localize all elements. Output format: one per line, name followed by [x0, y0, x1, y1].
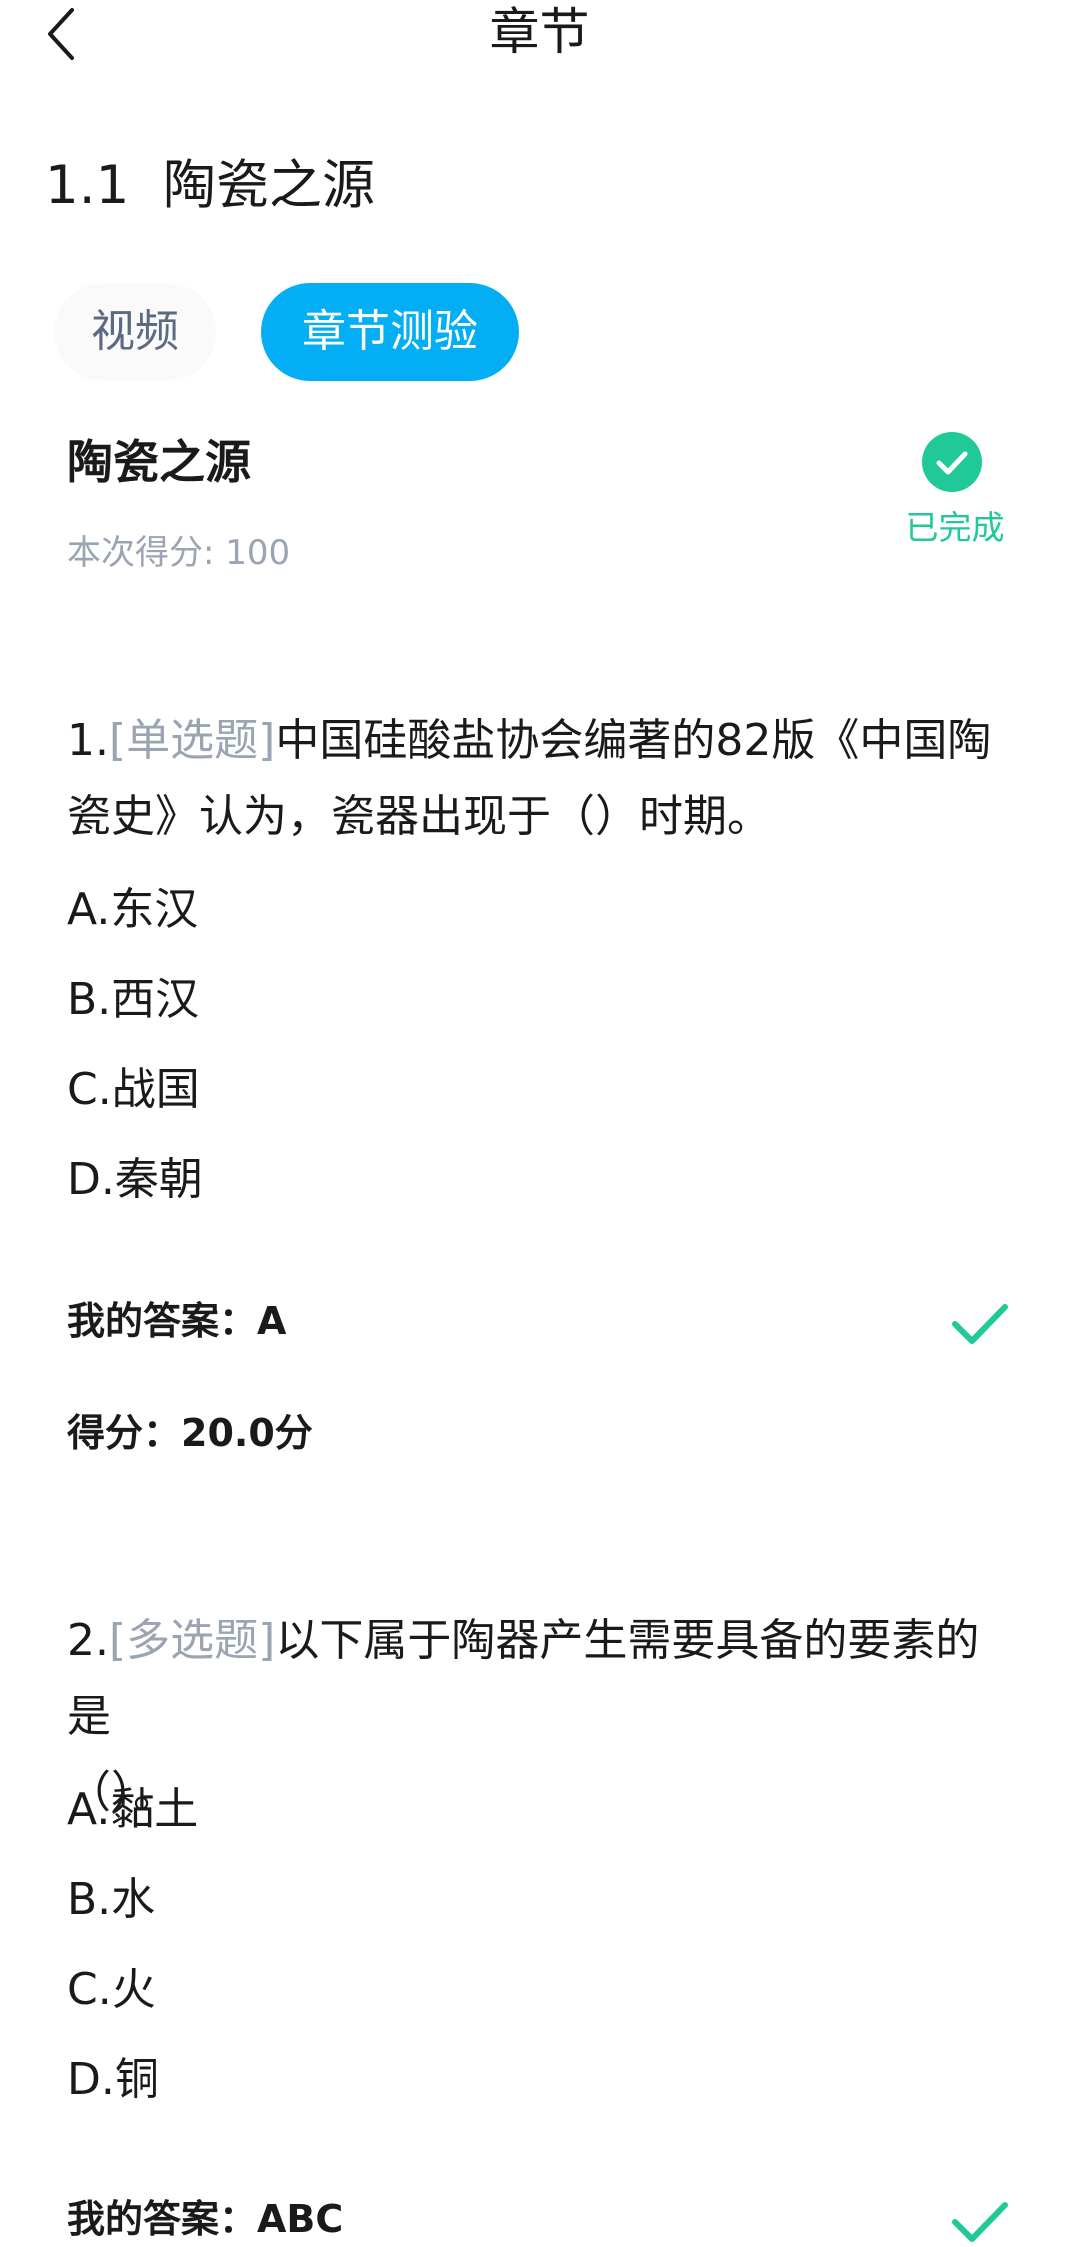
status-badge: 已完成: [905, 508, 1005, 547]
question-stem-line-2: 瓷史》认为，瓷器出现于（）时期。: [67, 791, 771, 842]
tab-video[interactable]: 视频: [54, 283, 216, 381]
question-number: 1.: [67, 715, 109, 766]
chapter-number: 1.1: [45, 155, 130, 216]
option-c[interactable]: C.战国: [67, 1060, 200, 1120]
option-d[interactable]: D.铜: [67, 2050, 159, 2110]
option-a[interactable]: A.东汉: [67, 880, 198, 940]
question-2-text: 2.[多选题]以下属于陶器产生需要具备的要素的是 （）。: [67, 1603, 1012, 1831]
chapter-heading: 1.1 陶瓷之源: [45, 150, 375, 222]
question-1-text: 1.[单选题]中国硅酸盐协会编著的82版《中国陶 瓷史》认为，瓷器出现于（）时期…: [67, 703, 1012, 855]
question-number: 2.: [67, 1615, 109, 1666]
chapter-name: 陶瓷之源: [163, 155, 375, 216]
option-b[interactable]: B.西汉: [67, 970, 199, 1030]
option-d[interactable]: D.秦朝: [67, 1150, 203, 1210]
page-title: 章节: [489, 3, 590, 61]
question-stem-line-1: 中国硅酸盐协会编著的82版《中国陶: [275, 715, 992, 766]
quiz-title: 陶瓷之源: [67, 435, 251, 489]
option-a[interactable]: A.黏土: [67, 1780, 198, 1840]
option-c[interactable]: C.火: [67, 1960, 156, 2020]
question-score: 得分：20.0分: [67, 1411, 313, 1455]
quiz-score: 本次得分: 100: [67, 533, 291, 573]
check-icon: [950, 1300, 1010, 1348]
my-answer: 我的答案：ABC: [67, 2197, 344, 2241]
question-type: [多选题]: [108, 1615, 276, 1666]
tab-chapter-quiz[interactable]: 章节测验: [261, 283, 519, 381]
check-circle-icon: [922, 432, 982, 492]
option-b[interactable]: B.水: [67, 1870, 155, 1930]
my-answer: 我的答案：A: [67, 1299, 287, 1343]
question-type: [单选题]: [108, 715, 276, 766]
check-icon: [950, 2198, 1010, 2246]
